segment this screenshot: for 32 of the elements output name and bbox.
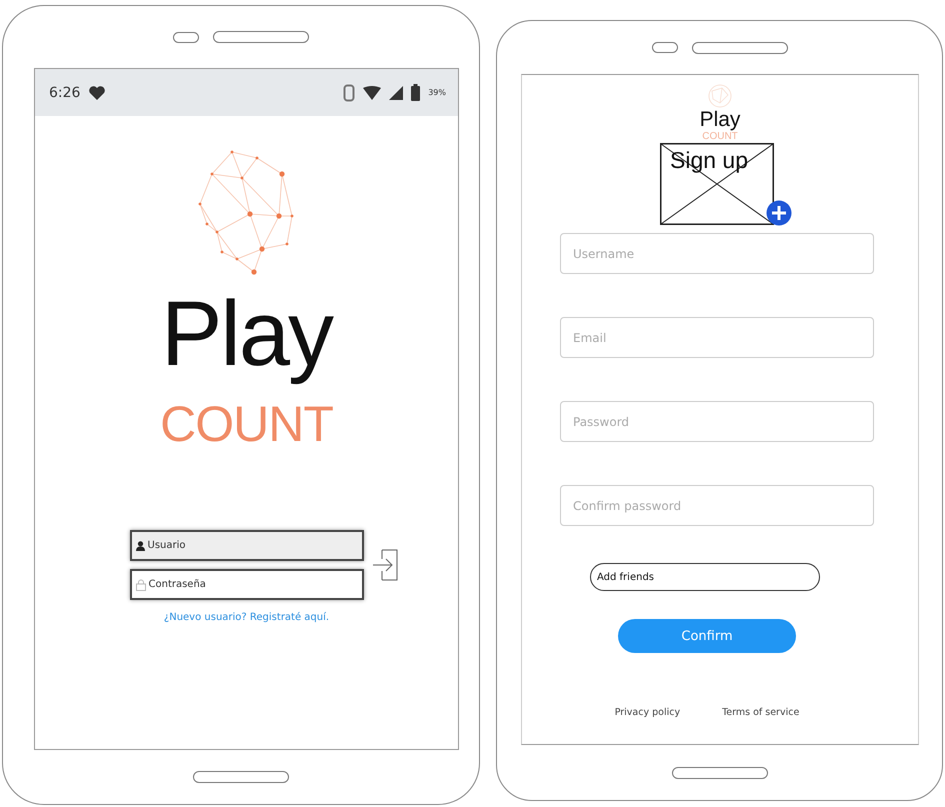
input-field[interactable]: Email <box>560 317 874 358</box>
signal-icon <box>389 86 404 100</box>
input-field[interactable]: Password <box>560 401 874 442</box>
input-field[interactable]: Contraseña <box>130 569 364 600</box>
speaker-icon <box>692 42 788 54</box>
user-icon <box>136 540 144 550</box>
globe-logo-icon <box>708 83 732 109</box>
footer-link[interactable]: Terms of service <box>722 707 800 718</box>
battery-percent: 39% <box>428 88 446 97</box>
app-title: Play <box>161 284 332 384</box>
app-subtitle: COUNT <box>160 396 333 452</box>
home-bar-icon <box>672 766 768 778</box>
image-placeholder-icon <box>660 143 774 225</box>
input-field[interactable]: Username <box>560 233 874 274</box>
heart-icon <box>88 84 106 100</box>
vibrate-icon <box>343 84 356 102</box>
lock-icon <box>136 578 146 590</box>
speaker-icon <box>213 31 309 43</box>
add-friends-button[interactable]: Add friends <box>590 563 820 591</box>
input-field[interactable]: Usuario <box>130 530 364 561</box>
login-icon[interactable] <box>372 549 400 581</box>
add-icon[interactable] <box>766 200 792 226</box>
footer-link[interactable]: Privacy policy <box>614 707 680 718</box>
battery-icon <box>411 84 420 101</box>
camera-icon <box>173 32 199 42</box>
app-subtitle: COUNT <box>702 131 738 143</box>
camera-icon <box>652 42 678 53</box>
home-bar-icon <box>193 771 289 783</box>
app-title: Play <box>700 109 740 131</box>
input-field[interactable]: Confirm password <box>560 485 874 526</box>
status-time: 6:26 <box>49 84 80 100</box>
wifi-icon <box>363 86 382 100</box>
